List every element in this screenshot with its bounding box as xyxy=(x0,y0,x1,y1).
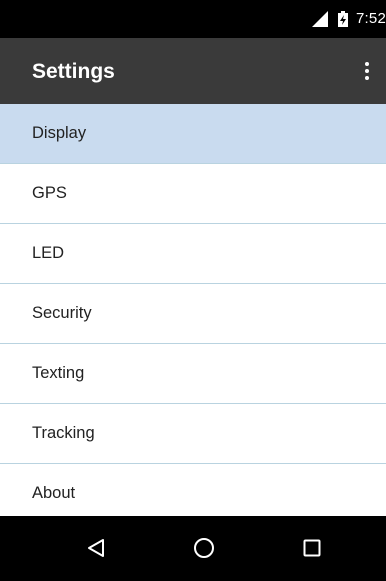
settings-item-label: Security xyxy=(32,304,92,322)
navigation-bar xyxy=(0,516,386,581)
settings-list: Display GPS LED Security Texting Tracking Abou… xyxy=(0,104,386,516)
settings-item-about[interactable]: About xyxy=(0,464,386,516)
back-button[interactable] xyxy=(81,536,111,560)
overflow-menu-button[interactable] xyxy=(356,53,378,89)
recents-icon xyxy=(303,539,321,557)
more-vert-icon xyxy=(365,61,369,82)
status-time: 7:52 xyxy=(356,10,386,27)
status-bar: 7:52 xyxy=(0,0,386,38)
settings-item-label: Texting xyxy=(32,364,85,382)
settings-item-label: Display xyxy=(32,124,87,142)
settings-item-texting[interactable]: Texting xyxy=(0,344,386,404)
home-button[interactable] xyxy=(189,536,219,560)
settings-item-display[interactable]: Display xyxy=(0,104,386,164)
app-toolbar: Settings xyxy=(0,38,386,104)
settings-item-tracking[interactable]: Tracking xyxy=(0,404,386,464)
home-icon xyxy=(194,538,214,558)
settings-item-label: GPS xyxy=(32,184,67,202)
signal-icon xyxy=(312,11,328,27)
settings-item-led[interactable]: LED xyxy=(0,224,386,284)
page-title: Settings xyxy=(32,60,115,83)
settings-item-security[interactable]: Security xyxy=(0,284,386,344)
recents-button[interactable] xyxy=(297,536,327,560)
battery-charging-icon xyxy=(338,11,348,27)
settings-item-label: About xyxy=(32,484,76,502)
settings-screen: 7:52 Settings Display GPS LED Security Texti… xyxy=(0,0,386,581)
settings-item-label: LED xyxy=(32,244,65,262)
status-icons: 7:52 xyxy=(312,10,386,28)
back-icon xyxy=(88,539,104,557)
settings-item-gps[interactable]: GPS xyxy=(0,164,386,224)
settings-item-label: Tracking xyxy=(32,424,95,442)
